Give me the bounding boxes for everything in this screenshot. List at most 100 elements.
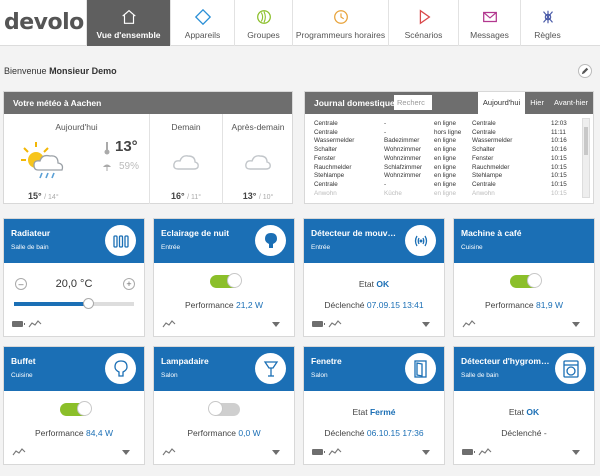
card-header: Fenetre Salon xyxy=(304,347,444,391)
journal-scrollbar[interactable] xyxy=(582,118,590,198)
device-card-lampadaire[interactable]: Lampadaire Salon Performance 0,0 W xyxy=(153,346,295,465)
chart-icon[interactable] xyxy=(12,448,26,456)
card-footer-icons xyxy=(462,448,492,456)
card-footer-icons xyxy=(162,448,176,456)
nav-schedulers[interactable]: Programmeurs horaires xyxy=(292,0,388,46)
journal-search-input[interactable]: Recherc xyxy=(394,95,432,110)
nav-messages[interactable]: Messages xyxy=(458,0,520,46)
increase-temp-button[interactable]: + xyxy=(123,278,135,290)
device-card-detecteur-mouvement[interactable]: Détecteur de mouv… Entrée Etat OK Déclen… xyxy=(303,218,445,337)
washing-machine-icon xyxy=(555,353,586,384)
battery-icon xyxy=(312,321,325,327)
power-toggle[interactable] xyxy=(60,401,92,416)
card-room: Salle de bain xyxy=(11,244,49,251)
temperature-slider[interactable] xyxy=(14,298,134,309)
nav-devices[interactable]: Appareils xyxy=(170,0,234,46)
device-card-eclairage[interactable]: Eclairage de nuit Entrée Performance 21,… xyxy=(153,218,295,337)
journal-cell: Fenster xyxy=(472,154,494,162)
devolo-logo[interactable]: devolo xyxy=(4,10,84,35)
weather-today-low: / 14° xyxy=(44,194,59,201)
top-header: devolo Vue d'ensemble Appareils Groupes … xyxy=(0,0,600,46)
home-icon xyxy=(121,9,136,24)
performance-value: 0,0 W xyxy=(238,428,261,438)
nav-groups-label: Groupes xyxy=(247,30,280,40)
journal-cell: Wassermelder xyxy=(472,137,513,145)
envelope-icon xyxy=(482,11,497,23)
expand-chevron-icon[interactable] xyxy=(422,450,430,455)
journal-cell: Centrale xyxy=(472,120,496,127)
card-room: Salon xyxy=(161,372,178,379)
expand-chevron-icon[interactable] xyxy=(572,450,580,455)
card-title: Lampadaire xyxy=(161,356,209,366)
chart-icon[interactable] xyxy=(462,320,476,328)
journal-cell: 10:15 xyxy=(551,172,567,180)
battery-icon xyxy=(12,321,25,327)
thermometer-icon xyxy=(104,142,110,155)
journal-cell: en ligne xyxy=(434,146,457,154)
expand-chevron-icon[interactable] xyxy=(422,322,430,327)
card-footer-icons xyxy=(312,448,342,456)
journal-cell: Rauchmelder xyxy=(472,163,510,171)
chart-icon[interactable] xyxy=(328,320,342,328)
performance-line: Performance 21,2 W xyxy=(154,300,294,310)
card-header: Buffet Cuisine xyxy=(4,347,144,391)
card-header: Machine à café Cuisine xyxy=(454,219,594,263)
expand-chevron-icon[interactable] xyxy=(272,322,280,327)
nav-scenarios[interactable]: Scénarios xyxy=(388,0,458,46)
chart-icon[interactable] xyxy=(162,320,176,328)
battery-icon xyxy=(312,449,325,455)
power-toggle[interactable] xyxy=(210,273,242,288)
nav-groups[interactable]: Groupes xyxy=(234,0,292,46)
light-bulb-outline-icon xyxy=(105,353,136,384)
journal-cell: - xyxy=(384,180,387,188)
weather-after-tomorrow-range: 13° / 10° xyxy=(223,191,293,201)
device-card-detecteur-hygrometrie[interactable]: Détecteur d'hygrom… Salle de bain Etat O… xyxy=(453,346,595,465)
journal-cell: 10:16 xyxy=(551,137,567,145)
card-room: Cuisine xyxy=(461,244,483,251)
weather-tomorrow-label: Demain xyxy=(171,122,201,132)
journal-panel: Journal domestique Recherc Aujourd'hui H… xyxy=(304,91,594,204)
card-title: Radiateur xyxy=(11,228,51,238)
journal-cell: Badezimmer xyxy=(384,137,420,145)
chart-icon[interactable] xyxy=(478,448,492,456)
power-toggle[interactable] xyxy=(208,401,240,416)
triggered-label: Déclenché xyxy=(324,428,365,438)
device-card-radiateur[interactable]: Radiateur Salle de bain – 20,0 °C + xyxy=(3,218,145,337)
tab-yesterday[interactable]: Hier xyxy=(525,92,549,114)
nav-messages-label: Messages xyxy=(470,30,509,40)
expand-chevron-icon[interactable] xyxy=(122,450,130,455)
temperature-slider-handle[interactable] xyxy=(83,298,95,309)
card-header: Radiateur Salle de bain xyxy=(4,219,144,263)
performance-label: Performance xyxy=(187,428,237,438)
card-title: Détecteur de mouv… xyxy=(311,228,397,238)
device-card-buffet[interactable]: Buffet Cuisine Performance 84,4 W xyxy=(3,346,145,465)
expand-chevron-icon[interactable] xyxy=(272,450,280,455)
journal-header: Journal domestique Recherc Aujourd'hui H… xyxy=(305,92,593,114)
chart-icon[interactable] xyxy=(162,448,176,456)
performance-label: Performance xyxy=(35,428,84,438)
tab-day-before[interactable]: Avant-hier xyxy=(549,92,593,114)
journal-cell: en ligne xyxy=(434,137,457,145)
journal-cell: en ligne xyxy=(434,163,457,171)
chart-icon[interactable] xyxy=(328,448,342,456)
nav-overview[interactable]: Vue d'ensemble xyxy=(86,0,170,46)
motion-sensor-icon xyxy=(405,225,436,256)
nav-rules[interactable]: Règles xyxy=(520,0,574,46)
journal-cell: 11:11 xyxy=(551,128,566,136)
power-toggle[interactable] xyxy=(510,273,542,288)
performance-value: 84,4 W xyxy=(86,428,113,438)
card-title: Eclairage de nuit xyxy=(161,228,230,238)
expand-chevron-icon[interactable] xyxy=(572,322,580,327)
state-label: Etat xyxy=(508,407,524,417)
journal-scroll-thumb[interactable] xyxy=(584,127,588,155)
journal-cell: Stehlampe xyxy=(314,172,345,180)
device-card-fenetre[interactable]: Fenetre Salon Etat Fermé Déclenché 06.10… xyxy=(303,346,445,465)
card-title: Machine à café xyxy=(461,228,522,238)
card-room: Salle de bain xyxy=(461,372,499,379)
tab-today[interactable]: Aujourd'hui xyxy=(477,92,526,114)
chart-icon[interactable] xyxy=(28,320,42,328)
device-card-machine-cafe[interactable]: Machine à café Cuisine Performance 81,9 … xyxy=(453,218,595,337)
toggle-knob xyxy=(227,273,242,288)
edit-dashboard-button[interactable] xyxy=(578,64,592,78)
journal-cell: Schlafzimmer xyxy=(384,163,423,171)
